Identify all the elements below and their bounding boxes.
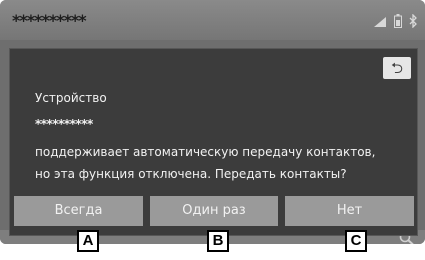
- callout-a: A: [77, 230, 99, 252]
- status-bar: **********: [0, 0, 425, 40]
- no-button[interactable]: Нет: [285, 196, 414, 226]
- once-button[interactable]: Один раз: [150, 196, 278, 226]
- dialog-button-row: Всегда Один раз Нет: [14, 196, 414, 226]
- device-name-label: **********: [12, 11, 87, 30]
- head-unit-screen: ********** ⮌ Устройство ********** подде…: [0, 0, 425, 244]
- status-icons: [373, 13, 417, 32]
- bluetooth-icon: [409, 13, 417, 32]
- dialog-title: Устройство: [35, 91, 107, 105]
- dialog-message-line-1: поддерживает автоматическую передачу кон…: [35, 145, 376, 159]
- contact-transfer-dialog: ⮌ Устройство ********** поддерживает авт…: [9, 48, 418, 236]
- battery-icon: [394, 13, 402, 32]
- callout-c: C: [345, 230, 367, 252]
- dialog-message-line-2: но эта функция отключена. Передать конта…: [35, 167, 347, 181]
- signal-icon: [373, 13, 387, 32]
- dialog-device-name: **********: [35, 117, 93, 131]
- always-button[interactable]: Всегда: [14, 196, 143, 226]
- callout-b: B: [207, 230, 229, 252]
- back-button[interactable]: ⮌: [383, 57, 411, 79]
